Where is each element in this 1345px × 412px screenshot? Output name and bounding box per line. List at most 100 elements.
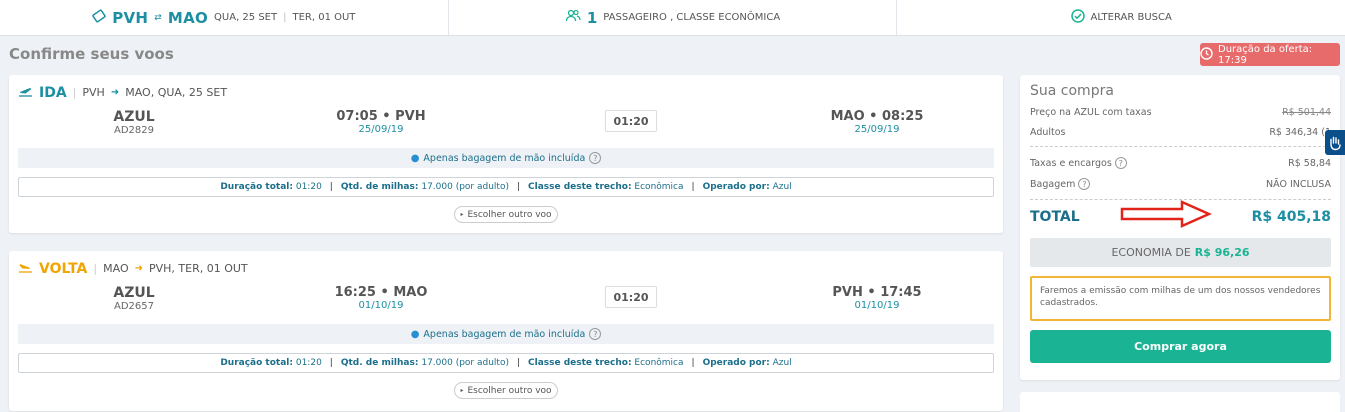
help-icon[interactable]: ? (1114, 157, 1127, 169)
offer-timer-badge: Duração da oferta: 17:39 (1200, 43, 1340, 66)
detail-separator: | (516, 358, 521, 368)
adults-label: Adultos (1030, 127, 1066, 138)
baggage-value: NÃO INCLUSA (1266, 178, 1331, 190)
swap-icon: ⇄ (154, 12, 162, 23)
detail-separator: | (691, 358, 695, 368)
detail-operator: Operado por: Azul (702, 182, 792, 192)
route-summary: PVH ⇄ MAO QUA, 25 SET | TER, 01 OUT (0, 0, 449, 35)
flight-header: IDA | PVH ➜ MAO, QUA, 25 SET (18, 83, 227, 102)
detail-separator: | (691, 182, 695, 192)
arrival-date: 01/10/19 (854, 300, 900, 311)
arrival-date: 25/09/19 (854, 124, 900, 135)
route-destination: MAO (167, 8, 209, 27)
flight-number: AD2829 (114, 125, 154, 136)
detail-separator: | (329, 358, 333, 368)
baggage-info: ● Apenas bagagem de mão incluída ? (18, 324, 994, 344)
airline-name: AZUL (113, 285, 155, 301)
total-label: TOTAL (1030, 209, 1080, 225)
baggage-drop-icon: ● (410, 328, 420, 340)
arrival-info: PVH • 17:45 01/10/19 (812, 285, 942, 311)
accessibility-hand-icon[interactable] (1325, 130, 1345, 155)
direction-label: VOLTA (39, 260, 88, 277)
route-from: MAO (103, 262, 129, 275)
caret-right-icon: ▸ (460, 387, 464, 394)
detail-separator: | (329, 182, 333, 192)
plane-landing-icon (18, 259, 33, 278)
direction-label: IDA (39, 84, 67, 101)
detail-miles: Qtd. de milhas: 17.000 (por adulto) (340, 182, 509, 192)
passenger-summary: 1 PASSAGEIRO , CLASSE ECONÔMICA (449, 0, 898, 35)
change-search-label: ALTERAR BUSCA (1090, 12, 1172, 23)
detail-separator: | (516, 182, 521, 192)
red-arrow-annotation-icon (1120, 200, 1212, 228)
flight-header: VOLTA | MAO ➜ PVH, TER, 01 OUT (18, 259, 248, 278)
header-separator: | (93, 262, 98, 275)
return-flight-card: VOLTA | MAO ➜ PVH, TER, 01 OUT AZUL AD26… (9, 251, 1003, 411)
detail-duration: Duração total: 01:20 (220, 358, 322, 368)
outbound-date: QUA, 25 SET (214, 12, 278, 23)
help-icon[interactable]: ? (1078, 178, 1091, 190)
passenger-count: 1 (586, 8, 598, 27)
airline-info: AZUL AD2657 (104, 285, 164, 312)
departure-time: 07:05 • PVH (336, 109, 426, 124)
purchase-title: Sua compra (1030, 83, 1114, 99)
airline-price-label: Preço na AZUL com taxas (1030, 107, 1152, 118)
fees-row: Taxas e encargos? R$ 58,84 (1030, 157, 1331, 169)
route-origin: PVH (112, 8, 149, 27)
baggage-text: Apenas bagagem de mão incluída (423, 328, 586, 340)
help-icon[interactable]: ? (589, 328, 602, 340)
secondary-panel (1020, 392, 1340, 412)
choose-other-label: Escolher outro voo (467, 209, 552, 220)
divider (1030, 146, 1331, 147)
outbound-flight-card: IDA | PVH ➜ MAO, QUA, 25 SET AZUL AD2829… (9, 75, 1003, 233)
miles-notice: Faremos a emissão com milhas de um dos n… (1030, 276, 1331, 321)
adults-value: R$ 346,34 (1 (1269, 127, 1331, 138)
fees-label-wrap: Taxas e encargos? (1030, 157, 1127, 169)
plane-takeoff-icon (18, 83, 33, 102)
date-separator: | (283, 12, 287, 23)
route-from: PVH (82, 86, 105, 99)
baggage-row: Bagagem? NÃO INCLUSA (1030, 178, 1331, 190)
ticket-icon (92, 8, 106, 27)
total-value: R$ 405,18 (1251, 209, 1331, 225)
detail-operator: Operado por: Azul (702, 358, 792, 368)
flight-number: AD2657 (114, 301, 154, 312)
change-search-button[interactable]: ALTERAR BUSCA (897, 0, 1345, 35)
arrival-info: MAO • 08:25 25/09/19 (812, 109, 942, 135)
purchase-summary-panel: Sua compra Preço na AZUL com taxas R$ 50… (1020, 75, 1340, 380)
search-summary-bar: PVH ⇄ MAO QUA, 25 SET | TER, 01 OUT 1 PA… (0, 0, 1345, 36)
route-to: MAO, QUA, 25 SET (125, 86, 228, 99)
buy-now-button[interactable]: Comprar agora (1030, 330, 1331, 363)
departure-time: 16:25 • MAO (334, 285, 428, 300)
choose-other-flight-button[interactable]: ▸ Escolher outro voo (454, 382, 558, 399)
passenger-class-text: PASSAGEIRO , CLASSE ECONÔMICA (603, 12, 781, 23)
flight-duration: 01:20 (605, 110, 657, 132)
detail-duration: Duração total: 01:20 (220, 182, 322, 192)
departure-info: 07:05 • PVH 25/09/19 (316, 109, 446, 135)
arrival-time: MAO • 08:25 (830, 109, 924, 124)
arrival-time: PVH • 17:45 (832, 285, 922, 300)
clock-icon (1200, 46, 1213, 63)
choose-other-label: Escolher outro voo (467, 385, 552, 396)
baggage-drop-icon: ● (410, 152, 420, 164)
detail-class: Classe deste trecho: Econômica (528, 182, 684, 192)
baggage-text: Apenas bagagem de mão incluída (423, 152, 586, 164)
flight-details: Duração total: 01:20 | Qtd. de milhas: 1… (18, 353, 994, 373)
header-separator: | (72, 86, 77, 99)
airline-price-value: R$ 501,44 (1282, 107, 1331, 118)
airline-info: AZUL AD2829 (104, 109, 164, 136)
choose-other-flight-button[interactable]: ▸ Escolher outro voo (454, 206, 558, 223)
detail-class: Classe deste trecho: Econômica (528, 358, 684, 368)
adults-row: Adultos R$ 346,34 (1 (1030, 127, 1331, 138)
route-to: PVH, TER, 01 OUT (149, 262, 248, 275)
savings-box: ECONOMIA DE R$ 96,26 (1030, 238, 1331, 267)
fees-value: R$ 58,84 (1288, 157, 1331, 169)
help-icon[interactable]: ? (589, 152, 602, 164)
departure-info: 16:25 • MAO 01/10/19 (316, 285, 446, 311)
departure-date: 01/10/19 (358, 300, 404, 311)
page-title: Confirme seus voos (9, 45, 174, 63)
detail-miles: Qtd. de milhas: 17.000 (por adulto) (340, 358, 509, 368)
check-circle-icon (1070, 8, 1085, 27)
baggage-label-wrap: Bagagem? (1030, 178, 1091, 190)
passengers-icon (565, 8, 581, 27)
